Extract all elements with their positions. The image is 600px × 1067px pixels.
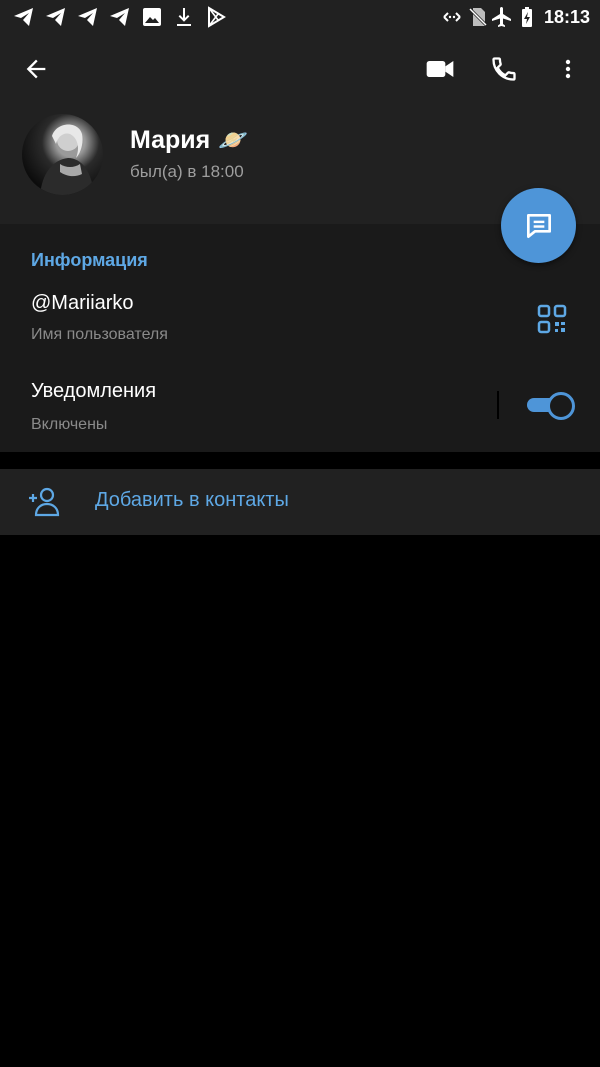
notifications-value: Включены: [31, 416, 108, 433]
profile-header: Мария 🪐 был(а) в 18:00: [0, 34, 600, 224]
username-label: Имя пользователя: [31, 326, 168, 343]
contact-name-block: Мария 🪐: [130, 126, 248, 155]
status-bar: 18:13: [0, 0, 600, 34]
phone-icon: [492, 57, 516, 81]
airplane-icon: [492, 7, 511, 27]
qr-code-icon: [537, 304, 567, 334]
message-icon: [526, 213, 551, 238]
last-seen-status: был(а) в 18:00: [130, 162, 244, 181]
no-sim-icon: [468, 7, 488, 27]
avatar-photo: [40, 124, 94, 195]
telegram-icon: [14, 8, 33, 26]
avatar[interactable]: [22, 114, 103, 195]
gallery-icon: [143, 8, 161, 26]
toggle-knob: [547, 392, 575, 420]
add-contact-label: Добавить в контакты: [95, 489, 289, 511]
telegram-icon: [78, 8, 97, 26]
more-vertical-icon: [565, 59, 571, 79]
telegram-icon: [46, 8, 65, 26]
notifications-label[interactable]: Уведомления: [31, 380, 156, 403]
info-section: Информация @Mariiarko Имя пользователя У…: [0, 224, 600, 452]
username-value[interactable]: @Mariiarko: [31, 292, 134, 315]
add-contact-row[interactable]: Добавить в контакты: [0, 469, 600, 535]
divider: [497, 391, 499, 419]
back-button[interactable]: [12, 45, 60, 93]
download-icon: [177, 8, 191, 26]
telegram-icon: [110, 8, 129, 26]
qr-code-button[interactable]: [537, 304, 567, 334]
send-message-fab[interactable]: [501, 188, 576, 263]
battery-charging-icon: [522, 7, 532, 27]
data-saver-icon: [443, 12, 461, 22]
play-store-icon: [208, 6, 226, 28]
more-options-button[interactable]: [544, 45, 592, 93]
video-camera-icon: [426, 61, 454, 77]
call-button[interactable]: [480, 45, 528, 93]
section-title-info: Информация: [31, 250, 148, 270]
notifications-toggle[interactable]: [527, 392, 575, 420]
arrow-left-icon: [26, 59, 46, 79]
status-time: 18:13: [543, 7, 590, 27]
add-user-icon: [29, 487, 60, 517]
planet-emoji: 🪐: [218, 127, 249, 154]
video-call-button[interactable]: [416, 45, 464, 93]
contact-name: Мария: [130, 126, 211, 154]
